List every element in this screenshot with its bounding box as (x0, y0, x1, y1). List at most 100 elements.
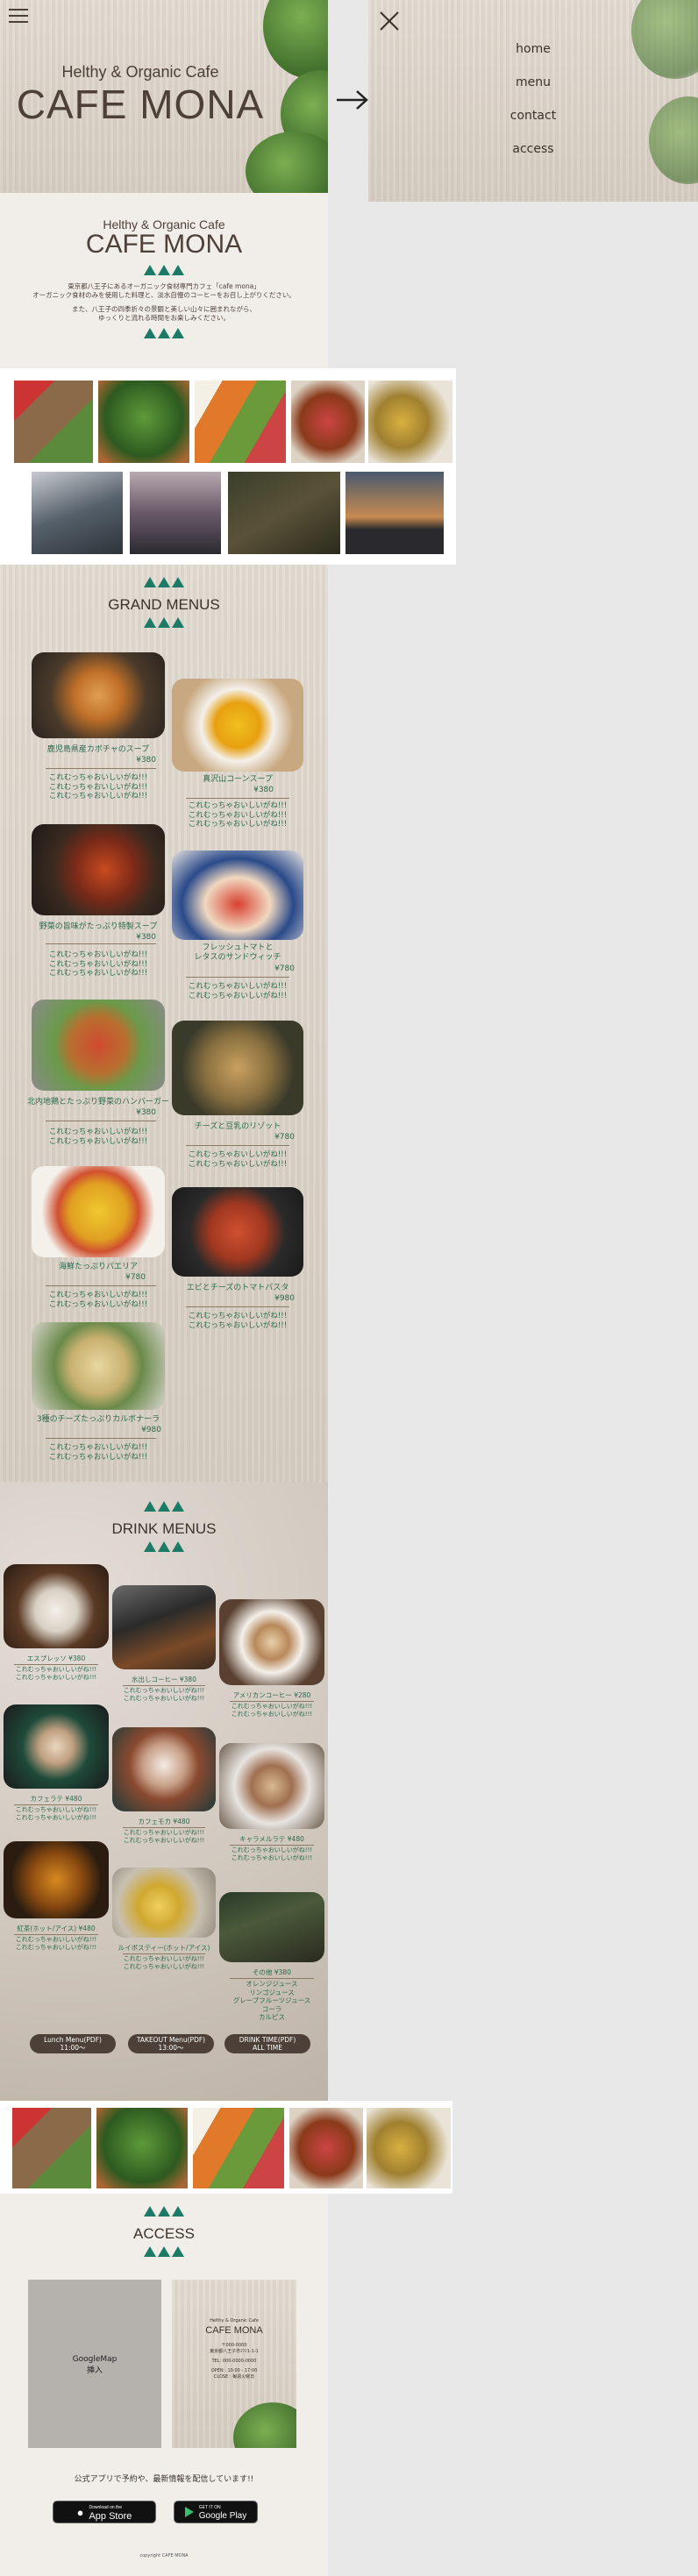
drink-name: カフェラテ ¥480 (30, 1795, 82, 1803)
close-icon[interactable] (379, 11, 400, 32)
nav-access[interactable]: access (481, 142, 586, 156)
menu-item-price: ¥380 (136, 1108, 156, 1117)
drink-name: ルイボスティー(ホット/アイス) (118, 1944, 210, 1952)
gallery-photo-oil (367, 2108, 451, 2188)
gallery-photo-burger (291, 381, 365, 463)
triangle-ornament (0, 617, 328, 628)
drink-name: カフェモカ ¥480 (138, 1818, 190, 1825)
drink-desc: これむっちゃおいしいがね!!! これむっちゃおいしいがね!!! (123, 1687, 205, 1702)
google-map[interactable]: GoogleMap 挿入 (28, 2280, 161, 2448)
app-text: 公式アプリで予約や、最新情報を配信しています!! (74, 2475, 254, 2484)
gallery-photo-statue (32, 472, 123, 554)
menu-item-desc: これむっちゃおいしいがね!!! これむっちゃおいしいがね!!! (188, 982, 288, 1000)
divider (230, 1845, 314, 1846)
drink-desc: これむっちゃおいしいがね!!! これむっちゃおいしいがね!!! (231, 1847, 313, 1861)
menu-item-price: ¥980 (274, 1294, 295, 1303)
drink-photo[interactable] (4, 1564, 109, 1648)
divider (14, 1934, 98, 1935)
drink-desc: これむっちゃおいしいがね!!! これむっちゃおいしいがね!!! (231, 1703, 313, 1718)
lunch-menu-button[interactable]: Lunch Menu(PDF) 11:00〜 (30, 2034, 116, 2053)
drink-photo[interactable] (219, 1892, 324, 1962)
menu-icon[interactable] (9, 9, 28, 25)
drink-photo[interactable] (4, 1704, 109, 1789)
menu-item-name: 北内地鶏とたっぷり野菜のハンバーガー (26, 1098, 169, 1107)
nav-home[interactable]: home (481, 42, 586, 56)
menu-item-desc: これむっちゃおいしいがね!!! これむっちゃおいしいがね!!! (48, 1128, 148, 1146)
gallery-photo-carrots (193, 2108, 284, 2188)
menu-item-name: 3種のチーズたっぷりカルボナーラ (36, 1415, 160, 1424)
gallery-photo-forest (228, 472, 340, 554)
drink-photo[interactable] (219, 1743, 324, 1829)
menu-item-desc: これむっちゃおいしいがね!!! これむっちゃおいしいがね!!! これむっちゃおいしい… (188, 801, 288, 829)
nav-menu[interactable]: menu (481, 75, 586, 89)
drink-menus-section: DRINK MENUS エスプレッソ ¥380 これむっちゃおいしいがね!!! こ… (0, 1482, 328, 2101)
menu-item-photo[interactable] (32, 1166, 165, 1257)
divider (123, 1685, 205, 1686)
drink-desc: オレンジジュース リンゴジュース グレープフルーツジュース コーラ カルピス (232, 1980, 311, 2021)
google-play-button[interactable]: GET IT ON Google Play (174, 2501, 258, 2523)
menu-item-name: チーズと豆乳のリゾット (194, 1122, 281, 1131)
menu-item-photo[interactable] (172, 1187, 303, 1277)
triangle-ornament (0, 328, 328, 338)
triangle-ornament (0, 1501, 328, 1512)
intro-section: Helthy & Organic Cafe CAFE MONA 東京都八王子にあ… (0, 193, 328, 368)
gallery-photo-carrots (195, 381, 286, 463)
triangle-ornament (0, 2246, 328, 2257)
drink-time-button[interactable]: DRINK TIME(PDF) ALL TIME (224, 2034, 310, 2053)
play-icon (184, 2507, 194, 2517)
drink-name: 水出しコーヒー ¥380 (132, 1676, 196, 1683)
triangle-ornament (0, 577, 328, 587)
gallery-photo-burger (289, 2108, 363, 2188)
nav-drawer: home menu contact access (368, 0, 698, 202)
apple-icon: ● (76, 2505, 84, 2519)
menu-item-photo[interactable] (32, 1322, 165, 1410)
nav-contact[interactable]: contact (481, 109, 586, 123)
drink-photo[interactable] (219, 1599, 324, 1685)
drink-name: キャラメルラテ ¥480 (239, 1835, 304, 1843)
copyright: copyright CAFE MONA (139, 2553, 189, 2558)
menu-item-price: ¥780 (125, 1273, 146, 1282)
divider (123, 1953, 205, 1954)
drink-desc: これむっちゃおいしいがね!!! これむっちゃおいしいがね!!! (15, 1806, 97, 1821)
menu-item-photo[interactable] (32, 824, 165, 915)
gallery-photo-oil (368, 381, 452, 463)
shop-card: Helthy & Organic Cafe CAFE MONA 〒000-000… (172, 2280, 296, 2448)
gallery-photo-vegetables (14, 381, 93, 463)
drink-photo[interactable] (112, 1868, 216, 1938)
gallery-photo-sunset (345, 472, 444, 554)
card-title: CAFE MONA (205, 2325, 263, 2336)
card-address: 〒000-0000 東京都八王子市ﾏﾏﾏ1-1-1 TEL: 000-0000-… (210, 2343, 259, 2380)
menu-item-desc: これむっちゃおいしいがね!!! これむっちゃおいしいがね!!! (48, 1443, 148, 1462)
card-subtitle: Helthy & Organic Cafe (210, 2318, 259, 2323)
gallery-photo-basil (96, 2108, 188, 2188)
grand-menus-section: GRAND MENUS 鹿児島県産カボチャのスープ ¥380 これむっちゃおいし… (0, 565, 328, 1482)
drink-photo[interactable] (112, 1585, 216, 1669)
drink-menus-title: DRINK MENUS (111, 1520, 217, 1537)
menu-item-name: 野菜の旨味がたっぷり特製スープ (39, 922, 158, 931)
menu-item-desc: これむっちゃおいしいがね!!! これむっちゃおいしいがね!!! これむっちゃおいしい… (48, 773, 148, 801)
menu-item-photo[interactable] (172, 1021, 303, 1115)
divider (186, 1145, 289, 1146)
menu-item-photo[interactable] (32, 1000, 165, 1091)
access-section: ACCESS GoogleMap 挿入 Helthy & Organic Caf… (0, 2194, 328, 2576)
arrow-right-icon (337, 89, 368, 110)
intro-title: CAFE MONA (85, 230, 243, 259)
hero-subtitle: Helthy & Organic Cafe (61, 63, 219, 81)
divider (46, 943, 156, 944)
drink-photo[interactable] (4, 1841, 109, 1918)
menu-item-desc: これむっちゃおいしいがね!!! これむっちゃおいしいがね!!! (48, 1291, 148, 1309)
photo-gallery-2 (0, 2101, 452, 2194)
app-store-button[interactable]: ● Download on the App Store (53, 2501, 156, 2523)
menu-item-photo[interactable] (172, 679, 303, 772)
drink-name: アメリカンコーヒー ¥280 (232, 1691, 311, 1699)
gallery-photo-mountain (130, 472, 221, 554)
menu-item-price: ¥380 (136, 756, 156, 765)
menu-item-desc: これむっちゃおいしいがね!!! これむっちゃおいしいがね!!! これむっちゃおいしい… (48, 950, 148, 978)
menu-item-photo[interactable] (32, 652, 165, 738)
drink-photo[interactable] (112, 1727, 216, 1811)
photo-gallery (0, 368, 456, 565)
menu-item-price: ¥780 (274, 1133, 295, 1142)
menu-item-price: ¥780 (274, 964, 295, 973)
menu-item-photo[interactable] (172, 850, 303, 940)
takeout-menu-button[interactable]: TAKEOUT Menu(PDF) 13:00〜 (128, 2034, 214, 2053)
